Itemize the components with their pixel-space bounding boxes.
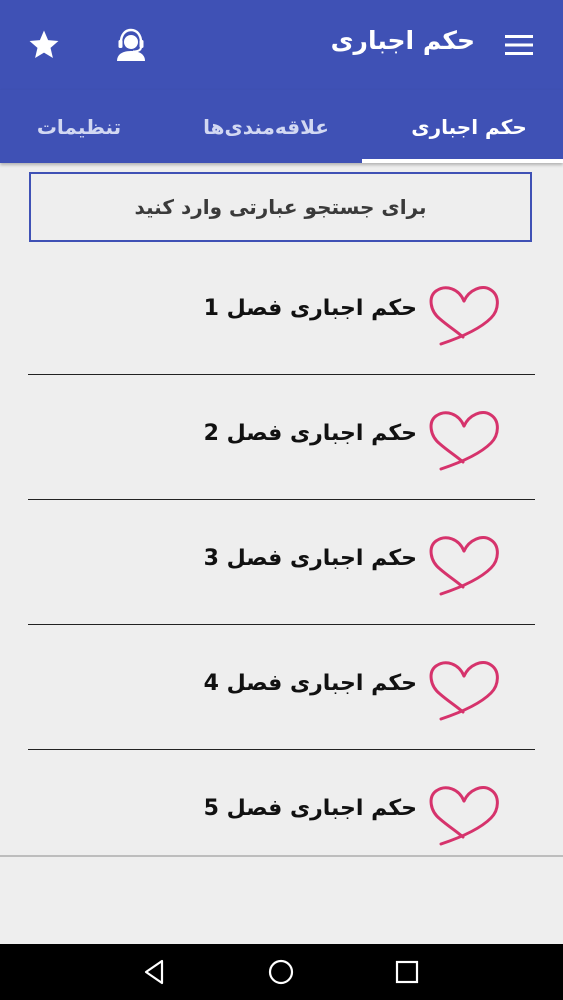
list-item[interactable]: حکم اجباری فصل 1 [0,250,563,375]
list-item[interactable]: حکم اجباری فصل 3 [0,500,563,625]
heart-outline-icon[interactable] [428,781,500,847]
tab-bar: حکم اجباری علاقه‌مندی‌ها تنظیمات [0,90,563,163]
heart-outline-icon[interactable] [428,656,500,722]
list-item[interactable]: حکم اجباری فصل 4 [0,625,563,750]
list-bottom-edge [0,855,563,857]
search-box[interactable] [29,172,532,242]
list-item[interactable]: حکم اجباری فصل 2 [0,375,563,500]
app-title: حکم اجباری [330,26,475,55]
list-item-label: حکم اجباری فصل 5 [203,796,417,821]
list-item-label: حکم اجباری فصل 4 [203,671,417,696]
heart-outline-icon[interactable] [428,406,500,472]
heart-outline-icon[interactable] [428,281,500,347]
app-bar: حکم اجباری [0,0,563,90]
menu-icon[interactable] [503,29,535,61]
search-input[interactable] [50,195,511,219]
tab-hokm-ejbari[interactable]: حکم اجباری [375,90,563,163]
heart-outline-icon[interactable] [428,531,500,597]
active-tab-indicator [362,159,563,163]
system-nav-bar [0,944,563,1000]
list-item-label: حکم اجباری فصل 2 [203,421,417,446]
star-icon[interactable] [27,28,61,62]
back-icon[interactable] [141,958,169,986]
home-icon[interactable] [267,958,295,986]
tab-favorites[interactable]: علاقه‌مندی‌ها [172,90,360,163]
tab-settings[interactable]: تنظیمات [0,90,173,163]
list-item-label: حکم اجباری فصل 3 [203,546,417,571]
chapter-list: حکم اجباری فصل 1 حکم اجباری فصل 2 حکم اج… [0,250,563,875]
recents-icon[interactable] [393,958,421,986]
support-agent-icon[interactable] [114,27,148,61]
list-item-label: حکم اجباری فصل 1 [203,296,417,321]
